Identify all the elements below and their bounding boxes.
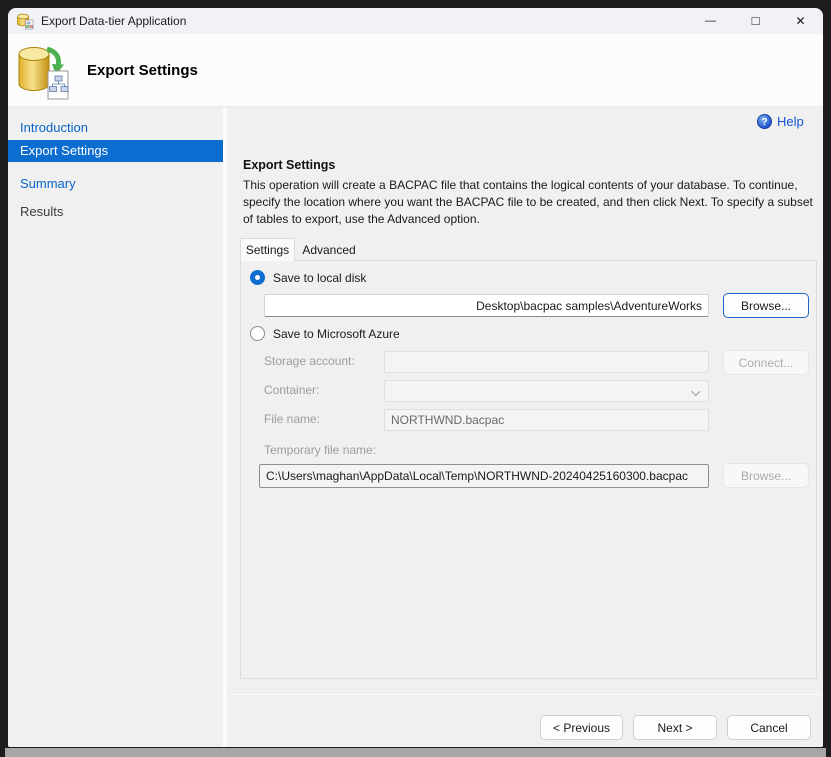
description-line: of tables to export, use the Advanced op…	[243, 211, 480, 229]
window-title: Export Data-tier Application	[41, 14, 186, 28]
temp-file-input[interactable]	[259, 464, 709, 488]
file-name-label: File name:	[264, 412, 320, 426]
browse-temp-button: Browse...	[723, 463, 809, 488]
page-title: Export Settings	[87, 62, 198, 79]
maximize-button[interactable]: □	[733, 8, 778, 34]
help-icon: ?	[757, 114, 772, 129]
close-button[interactable]: ✕	[778, 8, 823, 34]
tab-advanced[interactable]: Advanced	[299, 240, 359, 260]
help-label: Help	[777, 114, 804, 129]
previous-button[interactable]: < Previous	[540, 715, 623, 740]
description-line: specify the location where you want the …	[243, 194, 813, 212]
desktop-backdrop: Export Data-tier Application — □ ✕	[0, 0, 831, 757]
export-database-icon	[16, 43, 70, 101]
titlebar[interactable]: Export Data-tier Application — □ ✕	[8, 8, 823, 34]
chevron-down-icon	[691, 387, 700, 396]
description-line: This operation will create a BACPAC file…	[243, 177, 798, 195]
connect-button: Connect...	[723, 350, 809, 375]
container-label: Container:	[264, 383, 319, 397]
file-name-field: NORTHWND.bacpac	[384, 409, 709, 431]
settings-tab-panel: Save to local disk Browse... Save to Mic…	[240, 260, 817, 679]
wizard-page-content: ? Help Export Settings This operation wi…	[231, 108, 823, 747]
save-azure-option[interactable]: Save to Microsoft Azure	[250, 326, 400, 341]
help-link[interactable]: ? Help	[757, 114, 804, 129]
export-data-tier-dialog: Export Data-tier Application — □ ✕	[8, 8, 823, 747]
tab-settings[interactable]: Settings	[240, 238, 295, 261]
radio-selected-icon[interactable]	[250, 270, 265, 285]
next-button[interactable]: Next >	[633, 715, 717, 740]
wizard-header: Export Settings	[8, 34, 823, 107]
save-local-disk-label: Save to local disk	[273, 271, 366, 285]
sidebar-item-summary[interactable]: Summary	[8, 173, 223, 195]
radio-unselected-icon[interactable]	[250, 326, 265, 341]
storage-account-label: Storage account:	[264, 354, 355, 368]
sidebar-item-results: Results	[8, 201, 223, 223]
save-local-disk-option[interactable]: Save to local disk	[250, 270, 366, 285]
window-bottom-edge	[5, 748, 826, 757]
temp-file-label: Temporary file name:	[264, 443, 376, 457]
container-dropdown	[384, 380, 709, 402]
minimize-icon: —	[705, 15, 716, 27]
wizard-steps-sidebar: Introduction Export Settings Summary Res…	[8, 108, 227, 747]
sidebar-item-introduction[interactable]: Introduction	[8, 117, 223, 139]
close-icon: ✕	[795, 14, 805, 28]
storage-account-field	[384, 351, 709, 373]
database-export-icon	[16, 12, 34, 30]
footer-divider	[231, 694, 823, 695]
section-heading: Export Settings	[243, 158, 335, 172]
sidebar-item-export-settings[interactable]: Export Settings	[8, 140, 223, 162]
cancel-button[interactable]: Cancel	[727, 715, 811, 740]
save-azure-label: Save to Microsoft Azure	[273, 327, 400, 341]
browse-local-button[interactable]: Browse...	[723, 293, 809, 318]
local-path-input[interactable]	[264, 294, 709, 317]
minimize-button[interactable]: —	[688, 8, 733, 34]
maximize-icon: □	[752, 13, 760, 28]
